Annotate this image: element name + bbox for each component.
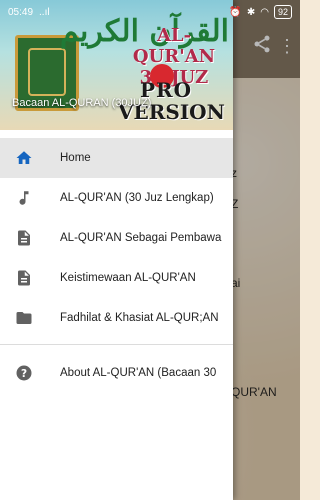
menu-item-keistimewaan[interactable]: Keistimewaan AL-QUR'AN xyxy=(0,258,233,298)
menu-label: AL-QUR'AN (30 Juz Lengkap) xyxy=(60,192,214,204)
svg-text:?: ? xyxy=(21,368,27,380)
header-subtitle: Bacaan AL-QURAN (30JUZ) xyxy=(12,97,152,109)
document-icon xyxy=(14,228,34,248)
menu-item-fadhilat[interactable]: Fadhilat & Khasiat AL-QUR;AN xyxy=(0,298,233,338)
menu-item-about[interactable]: ? About AL-QUR'AN (Bacaan 30 xyxy=(0,353,233,393)
folder-icon xyxy=(14,308,34,328)
menu-item-quran-30-juz[interactable]: AL-QUR'AN (30 Juz Lengkap) xyxy=(0,178,233,218)
menu-label: Home xyxy=(60,152,91,164)
menu-label: Keistimewaan AL-QUR'AN xyxy=(60,272,196,284)
menu-label: Fadhilat & Khasiat AL-QUR;AN xyxy=(60,312,219,324)
document-icon xyxy=(14,268,34,288)
alarm-icon: ⏰ xyxy=(229,6,242,18)
menu-label: About AL-QUR'AN (Bacaan 30 xyxy=(60,367,217,379)
drawer-menu: Home AL-QUR'AN (30 Juz Lengkap) AL-QUR'A… xyxy=(0,130,233,393)
status-bar: 05:49 ..ıl ⏰ ✱ ◠ 92 xyxy=(0,0,300,24)
header-title-line1: AL-QUR'AN xyxy=(132,25,216,67)
menu-divider xyxy=(0,344,233,345)
battery-icon: 92 xyxy=(273,5,292,19)
status-time: 05:49 xyxy=(8,6,34,18)
navigation-drawer: القرآن الكريم AL-QUR'AN 30 JUZ PRO VERSI… xyxy=(0,0,233,500)
menu-label: AL-QUR'AN Sebagai Pembawa xyxy=(60,232,222,244)
help-icon: ? xyxy=(14,363,34,383)
bluetooth-icon: ✱ xyxy=(246,6,256,18)
home-icon xyxy=(14,148,34,168)
wifi-icon: ◠ xyxy=(260,6,269,18)
menu-item-sebagai-pembawa[interactable]: AL-QUR'AN Sebagai Pembawa xyxy=(0,218,233,258)
signal-icon: ..ıl xyxy=(39,6,50,18)
music-note-icon xyxy=(14,188,34,208)
menu-item-home[interactable]: Home xyxy=(0,138,233,178)
